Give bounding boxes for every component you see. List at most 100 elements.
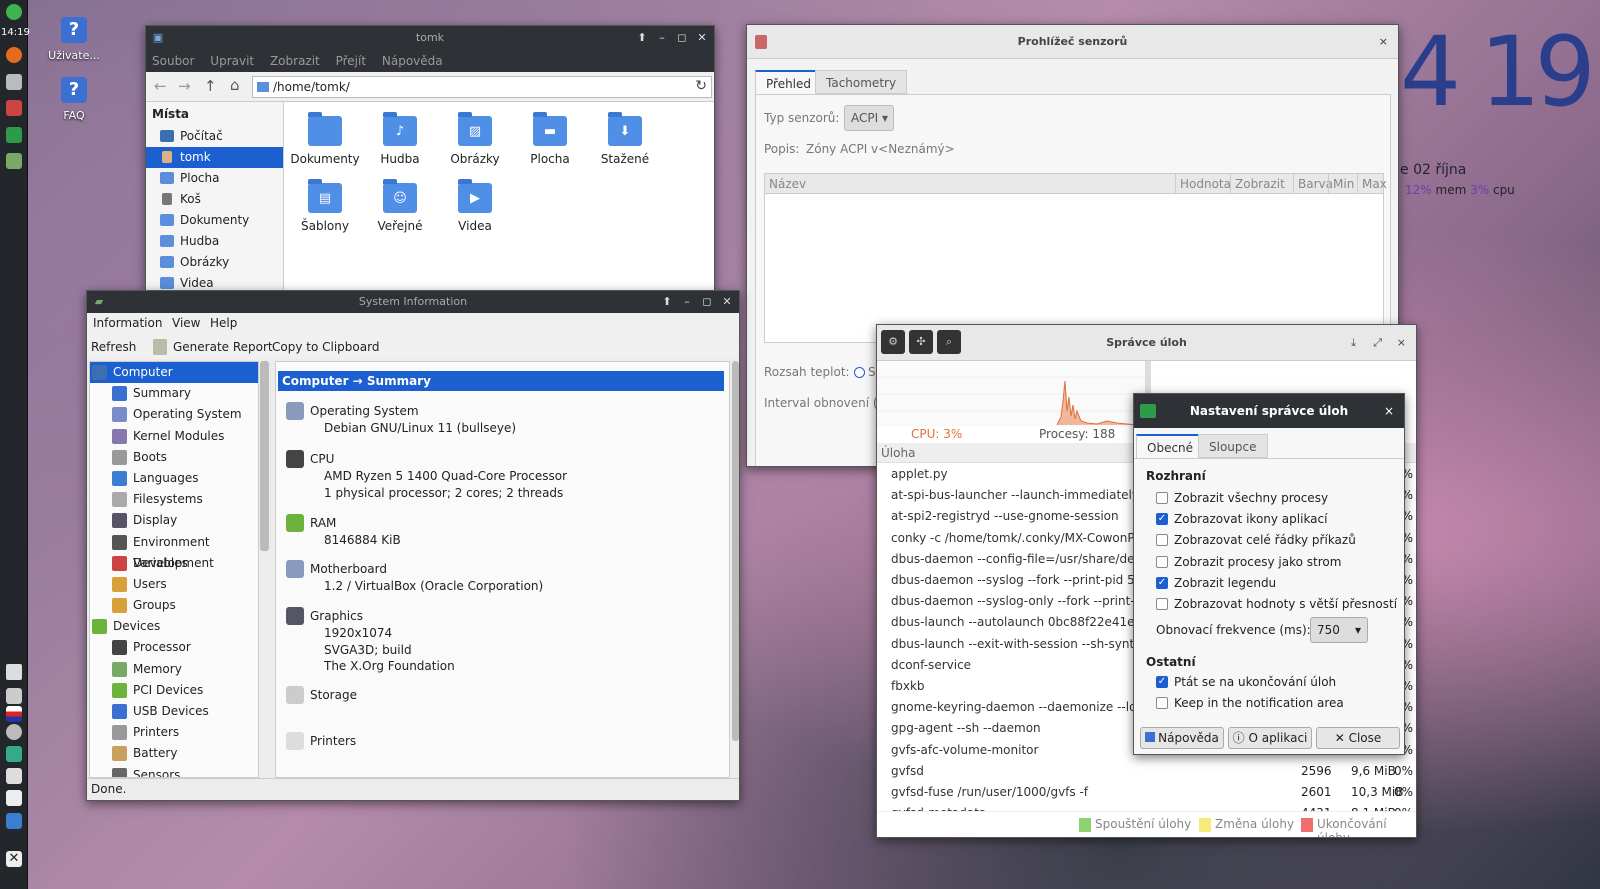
help-button[interactable]: Nápověda	[1140, 727, 1224, 749]
tree-item[interactable]: Printers	[90, 722, 258, 743]
menu-napoveda[interactable]: Nápověda	[376, 50, 449, 72]
tab-obecne[interactable]: Obecné	[1136, 434, 1205, 458]
menu-icon[interactable]	[6, 4, 22, 20]
home-icon[interactable]: ⌂	[230, 76, 240, 94]
about-button[interactable]: ⓘ O aplikaci	[1228, 727, 1312, 749]
option-row[interactable]: Zobrazit všechny procesy	[1142, 489, 1404, 509]
folder-videa[interactable]: ▶ Videa	[440, 179, 510, 233]
tree-item[interactable]: Development	[90, 553, 258, 574]
close-button[interactable]: ✕	[692, 26, 712, 50]
tree-item[interactable]: Languages	[90, 468, 258, 489]
option-checkbox[interactable]	[1156, 598, 1168, 610]
folder-plocha[interactable]: ▬ Plocha	[515, 112, 585, 166]
tree-item[interactable]: Boots	[90, 447, 258, 468]
fullscreen-icon[interactable]: ⤢	[1373, 325, 1382, 361]
col-value[interactable]: Hodnota	[1175, 174, 1231, 194]
copy-clipboard-button[interactable]: Copy to Clipboard	[272, 340, 379, 354]
option-row[interactable]: Zobrazovat hodnoty s větší přesností	[1142, 595, 1404, 615]
keep-above-button[interactable]: ⬆	[632, 26, 652, 50]
folder-stazene[interactable]: ⬇ Stažené	[590, 112, 660, 166]
maximize-button[interactable]: ◻	[697, 291, 717, 313]
option-row[interactable]: ✓ Zobrazit legendu	[1142, 574, 1404, 594]
tree-item[interactable]: Environment Variables	[90, 532, 258, 570]
place-dokumenty[interactable]: Dokumenty	[146, 210, 283, 231]
col-name[interactable]: Název	[769, 174, 806, 194]
folder-obrazky[interactable]: ▨ Obrázky	[440, 112, 510, 166]
close-button[interactable]: ×	[1379, 25, 1388, 59]
eject-icon[interactable]	[6, 768, 22, 784]
sensor-type-select[interactable]: ACPI ▾	[844, 105, 894, 131]
place-plocha[interactable]: Plocha	[146, 168, 283, 189]
temp-radio[interactable]	[854, 367, 865, 378]
close-button[interactable]: ×	[1384, 394, 1394, 428]
taskmgr-launcher-icon[interactable]	[6, 127, 22, 143]
tree-item[interactable]: Kernel Modules	[90, 426, 258, 447]
close-dialog-button[interactable]: ✕ Close	[1316, 727, 1400, 749]
folder-hudba[interactable]: ♪ Hudba	[365, 112, 435, 166]
menu-help[interactable]: Help	[210, 316, 237, 330]
option-row[interactable]: Zobrazovat celé řádky příkazů	[1142, 531, 1404, 551]
faq-help-icon[interactable]: ?	[61, 77, 87, 103]
power-icon[interactable]	[6, 790, 22, 806]
tree-item[interactable]: USB Devices	[90, 701, 258, 722]
keep-above-button[interactable]: ⬆	[657, 291, 677, 313]
forward-icon[interactable]: →	[178, 77, 191, 95]
path-input[interactable]: /home/tomk/ ↻	[252, 76, 712, 98]
tree-item[interactable]: Processor	[90, 637, 258, 658]
option-checkbox[interactable]: ✓	[1156, 576, 1168, 589]
x-icon[interactable]: ✕	[6, 851, 22, 867]
place-kos[interactable]: Koš	[146, 189, 283, 210]
folder-verejne[interactable]: ☺ Veřejné	[365, 179, 435, 233]
tab-prehled[interactable]: Přehled	[755, 70, 823, 94]
update-icon[interactable]	[6, 746, 22, 762]
tree-item[interactable]: Groups	[90, 595, 258, 616]
option-checkbox[interactable]: ✓	[1156, 676, 1168, 688]
tree-item[interactable]: Display	[90, 510, 258, 531]
menu-view[interactable]: View	[172, 316, 200, 330]
tree-item[interactable]: Memory	[90, 659, 258, 680]
option-checkbox[interactable]	[1156, 555, 1168, 568]
option-checkbox[interactable]	[1156, 697, 1168, 710]
sensors-launcher-icon[interactable]	[6, 100, 22, 116]
tree-item[interactable]: Filesystems	[90, 489, 258, 510]
menu-prejit[interactable]: Přejít	[330, 50, 372, 72]
place-tomk[interactable]: tomk	[146, 147, 283, 168]
tree-item[interactable]: Operating System	[90, 404, 258, 425]
files-icon[interactable]	[6, 74, 22, 90]
tree-item[interactable]: PCI Devices	[90, 680, 258, 701]
menu-upravit[interactable]: Upravit	[204, 50, 260, 72]
display-icon[interactable]	[6, 688, 22, 704]
clip-icon[interactable]	[6, 724, 22, 740]
menu-soubor[interactable]: Soubor	[146, 50, 200, 72]
tree-item[interactable]: Users	[90, 574, 258, 595]
back-icon[interactable]: ←	[154, 77, 167, 95]
settings-icon[interactable]: ⚙	[881, 330, 905, 354]
refresh-button[interactable]: Refresh	[91, 340, 136, 354]
task-row[interactable]: gvfsd 2596 9,6 MiB 0%	[877, 762, 1416, 783]
option-checkbox[interactable]	[1156, 492, 1168, 504]
tree-item[interactable]: Summary	[90, 383, 258, 404]
close-button[interactable]: ✕	[717, 291, 737, 313]
menu-information[interactable]: Information	[93, 316, 162, 330]
folder-sablony[interactable]: ▤ Šablony	[290, 179, 360, 233]
keyboard-layout-icon[interactable]	[6, 706, 22, 722]
option-row[interactable]: ✓ Ptát se na ukončování úloh	[1142, 673, 1404, 693]
summary-scrollbar[interactable]	[732, 361, 739, 741]
tree-item[interactable]: Battery	[90, 743, 258, 764]
tree-item[interactable]: Devices	[90, 616, 258, 637]
user-help-icon[interactable]: ?	[61, 17, 87, 43]
task-row[interactable]: gvfsd-fuse /run/user/1000/gvfs -f 2601 10,…	[877, 783, 1416, 804]
col-min[interactable]: Min	[1328, 174, 1354, 194]
option-row[interactable]: Zobrazit procesy jako strom	[1142, 553, 1404, 573]
option-checkbox[interactable]: ✓	[1156, 513, 1168, 526]
pin-icon[interactable]: ⤓	[1351, 325, 1356, 361]
tree-item[interactable]: Computer	[90, 362, 258, 384]
reload-icon[interactable]: ↻	[695, 78, 707, 94]
search-icon[interactable]: ⌕	[937, 330, 961, 354]
sysinfo-launcher-icon[interactable]	[6, 153, 22, 169]
workspace-switcher-icon[interactable]	[6, 813, 22, 829]
menu-zobrazit[interactable]: Zobrazit	[264, 50, 326, 72]
place-obrazky[interactable]: Obrázky	[146, 252, 283, 273]
refresh-rate-select[interactable]: 750 ▾	[1310, 617, 1368, 643]
place-pocitac[interactable]: Počítač	[146, 126, 283, 147]
